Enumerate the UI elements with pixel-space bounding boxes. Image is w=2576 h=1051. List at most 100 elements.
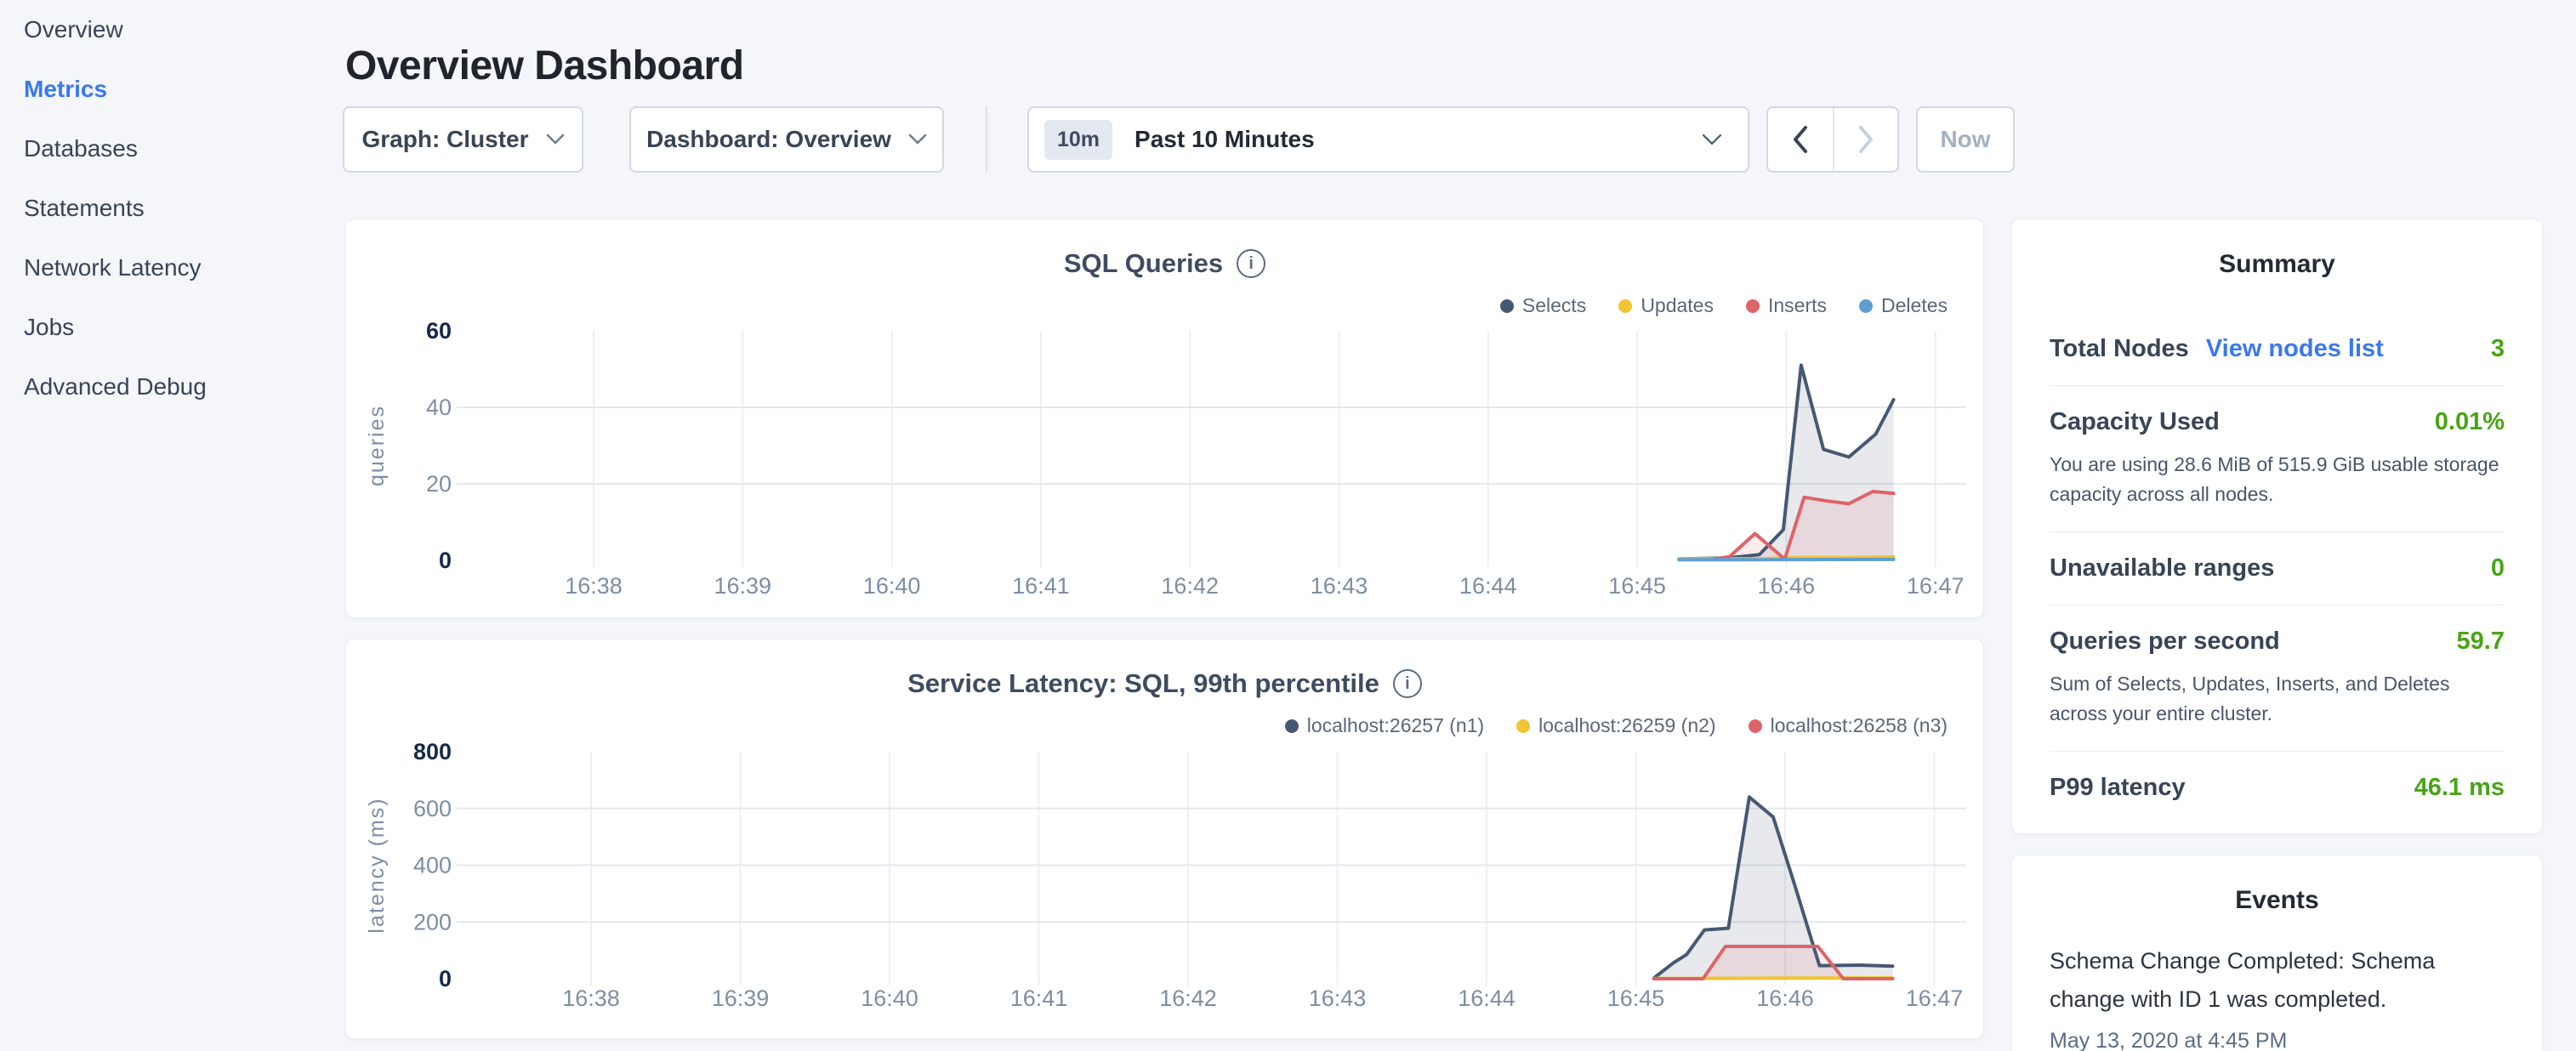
legend-label: Updates — [1641, 294, 1714, 317]
dashboard-dropdown-label: Dashboard: Overview — [646, 126, 891, 153]
svg-text:16:44: 16:44 — [1458, 986, 1515, 1011]
chevron-left-icon — [1791, 125, 1810, 154]
time-range-dropdown[interactable]: 10m Past 10 Minutes — [1027, 106, 1749, 173]
chevron-right-icon — [1857, 125, 1875, 154]
info-icon[interactable]: i — [1393, 669, 1422, 698]
legend-item-n1[interactable]: localhost:26257 (n1) — [1285, 714, 1484, 737]
svg-text:16:39: 16:39 — [714, 573, 772, 599]
svg-text:16:46: 16:46 — [1758, 573, 1816, 599]
svg-text:800: 800 — [413, 739, 452, 764]
svg-text:0: 0 — [439, 966, 452, 991]
p99-latency-value: 46.1 ms — [2414, 774, 2505, 802]
graph-source-dropdown[interactable]: Graph: Cluster — [343, 106, 583, 173]
svg-text:16:44: 16:44 — [1459, 573, 1517, 599]
time-range-badge: 10m — [1044, 120, 1112, 160]
dashboard-dropdown[interactable]: Dashboard: Overview — [629, 106, 944, 173]
legend-label: Deletes — [1881, 294, 1948, 317]
svg-text:queries: queries — [365, 405, 389, 486]
summary-row-total-nodes: Total Nodes View nodes list 3 — [2050, 313, 2505, 385]
svg-text:20: 20 — [426, 471, 452, 497]
qps-description: Sum of Selects, Updates, Inserts, and De… — [2050, 669, 2505, 729]
legend-dot — [1618, 299, 1632, 313]
svg-text:40: 40 — [426, 395, 452, 420]
chevron-down-icon — [908, 134, 927, 145]
sql-queries-plot[interactable]: 16:3816:3916:4016:4116:4216:4316:4416:45… — [346, 219, 1985, 619]
event-timestamp: May 13, 2020 at 4:45 PM — [2050, 1029, 2505, 1051]
sidebar-item-statements[interactable]: Statements — [0, 179, 340, 238]
event-message[interactable]: Schema Change Completed: Schema change w… — [2050, 942, 2505, 1019]
capacity-used-label: Capacity Used — [2050, 408, 2220, 436]
svg-text:16:47: 16:47 — [1907, 573, 1965, 599]
legend-label: localhost:26258 (n3) — [1771, 714, 1948, 737]
svg-text:16:40: 16:40 — [863, 573, 921, 599]
svg-text:16:40: 16:40 — [861, 986, 918, 1011]
qps-label: Queries per second — [2050, 628, 2280, 656]
legend-label: Selects — [1522, 294, 1586, 317]
page-title: Overview Dashboard — [345, 43, 744, 89]
sidebar-item-databases[interactable]: Databases — [0, 119, 340, 179]
time-range-label: Past 10 Minutes — [1134, 126, 1315, 153]
sidebar-item-network-latency[interactable]: Network Latency — [0, 238, 340, 298]
summary-row-capacity: Capacity Used 0.01% You are using 28.6 M… — [2050, 386, 2505, 531]
summary-row-unavailable-ranges: Unavailable ranges 0 — [2050, 532, 2505, 605]
svg-text:60: 60 — [426, 318, 452, 344]
chevron-down-icon — [1702, 134, 1722, 146]
events-panel: Events Schema Change Completed: Schema c… — [2011, 855, 2543, 1051]
svg-text:16:43: 16:43 — [1311, 573, 1368, 599]
svg-text:400: 400 — [413, 853, 452, 878]
svg-text:200: 200 — [413, 909, 452, 935]
sidebar-item-overview[interactable]: Overview — [0, 0, 340, 60]
legend-dot — [1285, 719, 1299, 733]
service-latency-chart-card: Service Latency: SQL, 99th percentile i … — [345, 639, 1984, 1039]
sidebar: Overview Metrics Databases Statements Ne… — [0, 0, 340, 1051]
chart-legend: localhost:26257 (n1) localhost:26259 (n2… — [1285, 714, 1948, 737]
svg-text:600: 600 — [413, 796, 452, 821]
chart-title: SQL Queries — [1064, 248, 1223, 279]
legend-item-n3[interactable]: localhost:26258 (n3) — [1749, 714, 1948, 737]
prev-range-button[interactable] — [1768, 108, 1833, 171]
service-latency-plot[interactable]: 16:3816:3916:4016:4116:4216:4316:4416:45… — [346, 639, 1985, 1040]
info-icon[interactable]: i — [1237, 249, 1265, 278]
qps-value: 59.7 — [2457, 628, 2505, 656]
legend-label: Inserts — [1768, 294, 1827, 317]
sidebar-item-advanced-debug[interactable]: Advanced Debug — [0, 357, 340, 417]
svg-text:latency (ms): latency (ms) — [365, 797, 389, 933]
svg-text:16:39: 16:39 — [712, 986, 770, 1011]
legend-dot — [1746, 299, 1760, 313]
legend-item-deletes[interactable]: Deletes — [1859, 294, 1948, 317]
svg-text:16:45: 16:45 — [1608, 573, 1666, 599]
p99-latency-label: P99 latency — [2050, 774, 2186, 802]
summary-row-qps: Queries per second 59.7 Sum of Selects, … — [2050, 605, 2505, 751]
view-nodes-list-link[interactable]: View nodes list — [2206, 335, 2384, 363]
chart-legend: Selects Updates Inserts Deletes — [1500, 294, 1948, 317]
next-range-button[interactable] — [1833, 108, 1897, 171]
capacity-used-description: You are using 28.6 MiB of 515.9 GiB usab… — [2050, 450, 2505, 509]
summary-panel: Summary Total Nodes View nodes list 3 Ca… — [2011, 219, 2543, 834]
capacity-used-value: 0.01% — [2435, 408, 2505, 436]
svg-text:16:45: 16:45 — [1607, 986, 1665, 1011]
legend-item-inserts[interactable]: Inserts — [1746, 294, 1827, 317]
legend-item-selects[interactable]: Selects — [1500, 294, 1586, 317]
legend-item-updates[interactable]: Updates — [1618, 294, 1714, 317]
summary-row-p99: P99 latency 46.1 ms — [2050, 752, 2505, 824]
svg-text:0: 0 — [439, 548, 452, 573]
now-button-label: Now — [1940, 126, 1990, 153]
events-title: Events — [2012, 855, 2542, 915]
legend-dot — [1749, 719, 1762, 733]
unavailable-ranges-value: 0 — [2491, 554, 2505, 582]
sidebar-item-jobs[interactable]: Jobs — [0, 298, 340, 357]
svg-text:16:46: 16:46 — [1756, 986, 1814, 1011]
time-range-arrows — [1766, 106, 1899, 173]
svg-text:16:42: 16:42 — [1161, 573, 1219, 599]
chevron-down-icon — [546, 134, 565, 145]
svg-text:16:43: 16:43 — [1309, 986, 1367, 1011]
sidebar-item-metrics[interactable]: Metrics — [0, 60, 340, 119]
summary-title: Summary — [2012, 219, 2542, 279]
controls-divider — [986, 106, 987, 173]
now-button[interactable]: Now — [1916, 106, 2015, 173]
legend-label: localhost:26257 (n1) — [1307, 714, 1484, 737]
svg-text:16:42: 16:42 — [1159, 986, 1217, 1011]
legend-item-n2[interactable]: localhost:26259 (n2) — [1516, 714, 1715, 737]
graph-dropdown-label: Graph: Cluster — [361, 126, 528, 153]
svg-text:16:41: 16:41 — [1010, 986, 1068, 1011]
